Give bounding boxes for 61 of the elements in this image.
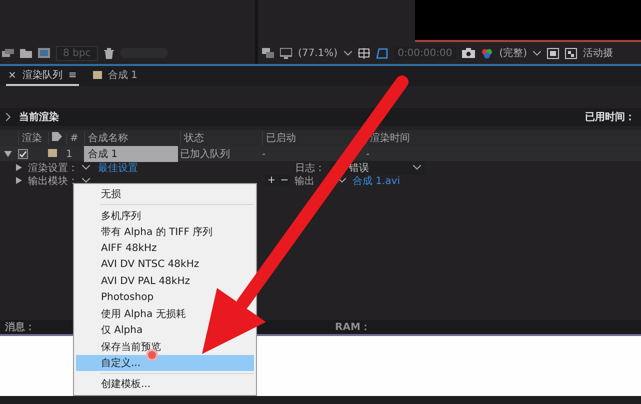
message-label: 消息： (5, 320, 35, 334)
layers-icon[interactable] (262, 48, 274, 58)
label-color-swatch (92, 71, 102, 79)
camera-icon[interactable] (462, 48, 476, 58)
resolution-dropdown[interactable]: (完整) (499, 46, 528, 60)
comp-name-cell: 合成 1 (84, 146, 178, 162)
channels-icon[interactable] (481, 48, 494, 58)
expanded-triangle-icon[interactable] (4, 150, 12, 158)
safe-zones-icon[interactable] (358, 48, 370, 58)
render-settings-link[interactable]: 最佳设置 (98, 160, 138, 174)
menu-icon[interactable]: ≡ (68, 70, 77, 80)
menu-item[interactable]: 仅 Alpha (76, 322, 147, 339)
mask-path-icon[interactable] (376, 48, 388, 58)
region-of-interest-icon[interactable] (547, 48, 560, 58)
panel-tab[interactable]: 合成 1 (90, 66, 140, 86)
table-cell-text: 已加入队列 (180, 148, 231, 161)
field-label: 输出 (294, 174, 314, 188)
menu-item[interactable]: 自定义... (76, 354, 254, 372)
tab-label: 合成 1 (108, 68, 138, 82)
menu-item[interactable]: 创建模板... (76, 376, 155, 393)
chevron-down-icon[interactable] (338, 178, 346, 183)
column-header: 状态 (180, 131, 262, 145)
interpret-footage-icon[interactable] (2, 48, 14, 58)
column-header: 已启动 (262, 131, 366, 145)
camera-dropdown[interactable]: 活动摄 (583, 46, 614, 60)
menu-item[interactable]: 多机序列 (76, 207, 145, 224)
menu-item[interactable]: AIFF 48kHz (76, 240, 161, 257)
tag-icon (52, 132, 62, 141)
menu-item[interactable]: AVI DV NTSC 48kHz (76, 256, 204, 273)
queue-row[interactable]: 1 合成 1 已加入队列 - - (0, 146, 641, 161)
ram-label: RAM： (335, 321, 370, 334)
section-title: 当前渲染 (19, 110, 59, 124)
render-checkbox[interactable] (18, 149, 28, 159)
table-cell-text: - (262, 148, 267, 160)
column-header: 合成名称 (84, 131, 180, 145)
menu-item[interactable]: 带有 Alpha 的 TIFF 序列 (76, 224, 217, 240)
menu-item[interactable]: 无损 (76, 186, 125, 202)
chevron-right-icon[interactable] (6, 113, 11, 121)
close-icon[interactable]: × (8, 70, 16, 80)
table-cell-text: - (366, 148, 371, 160)
menu-item[interactable]: AVI DV PAL 48kHz (76, 272, 194, 290)
column-header: # (66, 132, 84, 144)
remove-button[interactable]: − (278, 175, 290, 186)
elapsed-time-label: 已用时间： (585, 110, 635, 124)
field-label: 日志： (295, 162, 325, 174)
tab-label: 渲染队列 (22, 68, 62, 82)
monitor-icon[interactable] (280, 48, 292, 58)
menu-item[interactable]: Photoshop (76, 289, 158, 306)
field-label: 渲染设置： (28, 162, 78, 174)
chevron-down-icon[interactable] (344, 50, 352, 56)
folder-icon[interactable] (20, 48, 32, 58)
add-button[interactable]: + (265, 175, 278, 186)
chevron-down-icon[interactable] (533, 50, 542, 56)
column-header: 渲染 (18, 131, 48, 145)
chevron-down-icon[interactable] (413, 165, 421, 170)
output-file-link[interactable]: 合成 1.avi (352, 174, 400, 188)
zoom-dropdown[interactable]: (77.1%) (298, 48, 338, 58)
menu-item[interactable]: 使用 Alpha 无损耗 (76, 306, 190, 322)
transparency-grid-icon[interactable] (565, 48, 578, 58)
table-cell-text: 1 (66, 148, 74, 160)
trash-icon[interactable] (104, 48, 114, 58)
